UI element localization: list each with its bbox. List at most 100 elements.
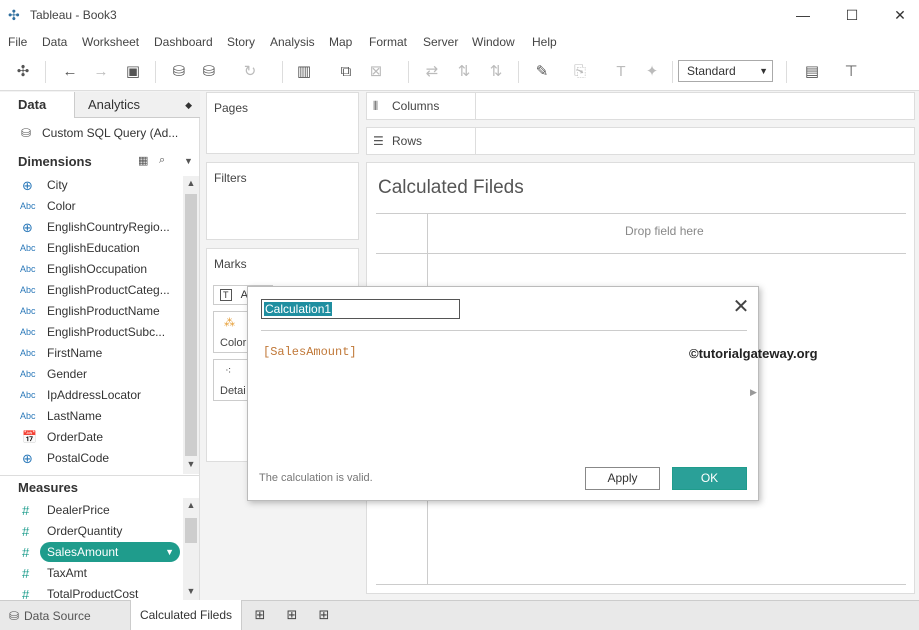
abc-type-icon: Abc (20, 327, 36, 337)
field-item[interactable]: Abc LastName (0, 406, 183, 427)
new-story-icon[interactable]: ⊞ (314, 607, 334, 625)
globe-type-icon: ⊕ (22, 178, 33, 193)
menu-analysis[interactable]: Analysis (270, 35, 315, 49)
menu-worksheet[interactable]: Worksheet (82, 35, 139, 49)
field-name: SalesAmount (47, 545, 119, 559)
text-mark-icon: T (220, 289, 232, 301)
abc-type-icon: Abc (20, 243, 36, 253)
menu-window[interactable]: Window (472, 35, 515, 49)
show-mark-labels-icon[interactable]: T (609, 61, 633, 83)
clear-sheet-icon[interactable]: ⊠ (364, 61, 388, 83)
menu-data[interactable]: Data (42, 35, 67, 49)
tab-analytics[interactable]: Analytics ◆ (74, 92, 200, 118)
save-icon[interactable]: ▣ (121, 61, 145, 83)
pages-card[interactable]: Pages (206, 92, 359, 154)
field-item[interactable]: ⊕ EnglishCountryRegio... (0, 217, 183, 238)
swap-rows-columns-icon[interactable]: ⇄ (420, 61, 444, 83)
refresh-icon[interactable]: ↻ (238, 61, 262, 83)
sort-ascending-icon[interactable]: ⇅ (452, 61, 476, 83)
abc-type-icon: Abc (20, 201, 36, 211)
menu-help[interactable]: Help (532, 35, 557, 49)
show-cards-icon[interactable]: ▤ (800, 61, 824, 83)
dimensions-scroll-thumb[interactable] (185, 194, 197, 456)
new-worksheet-icon[interactable]: ▥ (292, 61, 316, 83)
field-item[interactable]: Abc Color (0, 196, 183, 217)
menu-map[interactable]: Map (329, 35, 352, 49)
field-item[interactable]: Abc IpAddressLocator (0, 385, 183, 406)
maximize-button[interactable]: ☐ (838, 4, 866, 26)
columns-shelf[interactable]: ⫴ Columns (366, 92, 915, 120)
section-divider (0, 475, 199, 476)
menu-file[interactable]: File (8, 35, 27, 49)
apply-button[interactable]: Apply (585, 467, 660, 490)
menu-dashboard[interactable]: Dashboard (154, 35, 213, 49)
field-name: City (47, 178, 68, 192)
menu-format[interactable]: Format (369, 35, 407, 49)
presentation-mode-icon[interactable]: ⊤ (839, 61, 863, 83)
ok-button[interactable]: OK (672, 467, 747, 490)
filters-card[interactable]: Filters (206, 162, 359, 240)
field-item[interactable]: Abc FirstName (0, 343, 183, 364)
undo-icon[interactable]: ← (58, 61, 82, 83)
scroll-up-icon[interactable]: ▲ (183, 178, 199, 188)
field-item[interactable]: Abc Gender (0, 364, 183, 385)
tab-data[interactable]: Data (0, 92, 74, 118)
new-worksheet-icon[interactable]: ⊞ (250, 607, 270, 625)
drop-field-hint[interactable]: Drop field here (625, 224, 704, 238)
formula-editor[interactable]: [SalesAmount] (263, 345, 357, 359)
pin-axes-icon[interactable]: ✦ (640, 61, 664, 83)
rows-shelf[interactable]: ☰ Rows (366, 127, 915, 155)
toolbar-separator (408, 61, 409, 83)
fit-select[interactable]: Standard ▼ (678, 60, 773, 82)
datasource-options-icon[interactable]: ⛁ (197, 61, 221, 83)
color-dots-icon: ⁂ (224, 317, 235, 329)
database-icon: ⛁ (21, 126, 32, 140)
abc-type-icon: Abc (20, 306, 36, 316)
measures-scrollbar[interactable] (183, 498, 199, 600)
expand-functions-icon[interactable]: ▶ (750, 387, 757, 398)
new-dashboard-icon[interactable]: ⊞ (282, 607, 302, 625)
field-item[interactable]: Abc EnglishEducation (0, 238, 183, 259)
shelf-divider (475, 93, 476, 119)
field-item[interactable]: ⊕ City (0, 175, 183, 196)
scroll-down-icon[interactable]: ▼ (183, 586, 199, 596)
field-menu-icon[interactable]: ▼ (165, 542, 174, 562)
columns-icon: ⫴ (373, 99, 379, 113)
new-datasource-icon[interactable]: ⛁ (167, 61, 191, 83)
field-item[interactable]: ⊕ PostalCode (0, 448, 183, 469)
field-item[interactable]: Abc EnglishProductCateg... (0, 280, 183, 301)
field-item[interactable]: # TaxAmt (0, 563, 183, 584)
field-item[interactable]: # OrderQuantity (0, 521, 183, 542)
detail-label: Detai (220, 385, 246, 397)
redo-icon[interactable]: → (89, 61, 113, 83)
tableau-home-icon[interactable]: ✣ (11, 61, 35, 83)
search-icon[interactable]: ⌕ (159, 154, 165, 167)
scroll-down-icon[interactable]: ▼ (183, 459, 199, 469)
menu-story[interactable]: Story (227, 35, 255, 49)
group-members-icon[interactable]: ⎘ (568, 61, 592, 83)
data-pane: Data Analytics ◆ ⛁ Custom SQL Query (Ad.… (0, 92, 200, 602)
tab-data-source[interactable]: ⛁ Data Source (0, 601, 130, 630)
duplicate-sheet-icon[interactable]: ⧉ (334, 61, 358, 83)
datasource-item[interactable]: ⛁ Custom SQL Query (Ad... (0, 122, 199, 146)
calculation-name-input[interactable]: Calculation1 (261, 299, 460, 319)
close-window-button[interactable]: ✕ (886, 4, 914, 26)
field-item[interactable]: 📅 OrderDate (0, 427, 183, 448)
menu-server[interactable]: Server (423, 35, 458, 49)
view-options-icon[interactable]: ▦ (138, 154, 148, 167)
sort-descending-icon[interactable]: ⇅ (484, 61, 508, 83)
field-item[interactable]: # DealerPrice (0, 500, 183, 521)
highlight-icon[interactable]: ✎ (530, 61, 554, 83)
measures-scroll-thumb[interactable] (185, 518, 197, 543)
dimensions-menu-icon[interactable]: ▼ (184, 156, 193, 166)
abc-type-icon: Abc (20, 348, 36, 358)
tableau-logo-icon: ✣ (8, 7, 20, 23)
field-item[interactable]: Abc EnglishProductSubc... (0, 322, 183, 343)
field-item[interactable]: Abc EnglishProductName (0, 301, 183, 322)
tab-sheet[interactable]: Calculated Fileds (130, 600, 242, 630)
close-icon[interactable]: ✕ (731, 297, 751, 319)
field-pill-selected[interactable]: SalesAmount ▼ (40, 542, 180, 562)
scroll-up-icon[interactable]: ▲ (183, 500, 199, 510)
field-item[interactable]: Abc EnglishOccupation (0, 259, 183, 280)
minimize-button[interactable]: — (789, 4, 817, 26)
